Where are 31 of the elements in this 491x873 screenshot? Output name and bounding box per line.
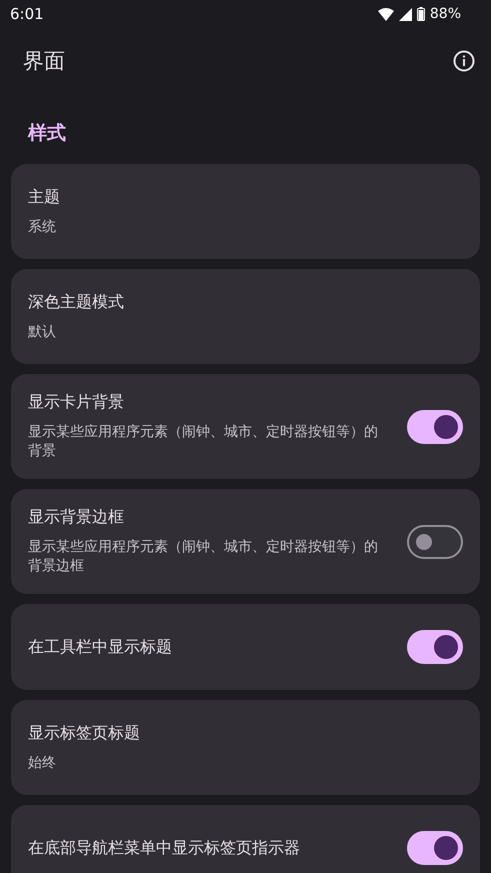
setting-card[interactable]: 显示标签页标题 始终 [11,700,480,795]
page-title: 界面 [23,48,65,75]
setting-description: 显示某些应用程序元素（闹钟、城市、定时器按钮等）的背景 [28,423,379,461]
signal-icon [398,8,412,20]
setting-title: 主题 [28,186,61,208]
setting-description: 显示某些应用程序元素（闹钟、城市、定时器按钮等）的背景边框 [28,538,379,576]
setting-value: 默认 [28,322,57,342]
setting-title: 显示卡片背景 [28,392,125,413]
setting-card[interactable]: 主题 系统 [11,164,480,259]
status-time: 6:01 [10,5,44,23]
toggle-switch[interactable] [407,524,463,558]
info-button[interactable] [451,48,477,74]
setting-title: 在工具栏中显示标题 [28,636,173,658]
toggle-switch[interactable] [407,410,463,444]
setting-title: 深色主题模式 [28,292,125,312]
setting-title: 显示背景边框 [28,507,125,528]
setting-card[interactable]: 显示卡片背景 显示某些应用程序元素（闹钟、城市、定时器按钮等）的背景 [11,374,480,479]
setting-title: 显示标签页标题 [28,722,141,744]
battery-icon [416,7,425,21]
setting-title: 在底部导航栏菜单中显示标签页指示器 [28,838,301,858]
setting-value: 始终 [28,754,57,772]
setting-value: 系统 [28,218,57,236]
wifi-icon [378,8,394,20]
info-icon [453,50,475,72]
setting-card[interactable]: 深色主题模式 默认 [11,269,480,364]
toggle-switch[interactable] [407,831,463,865]
battery-level: 88% [430,6,461,22]
setting-card[interactable]: 在底部导航栏菜单中显示标签页指示器 [11,805,480,873]
toggle-switch[interactable] [407,630,463,664]
setting-card[interactable]: 显示背景边框 显示某些应用程序元素（闹钟、城市、定时器按钮等）的背景边框 [11,489,480,594]
setting-card[interactable]: 在工具栏中显示标题 [11,604,480,690]
